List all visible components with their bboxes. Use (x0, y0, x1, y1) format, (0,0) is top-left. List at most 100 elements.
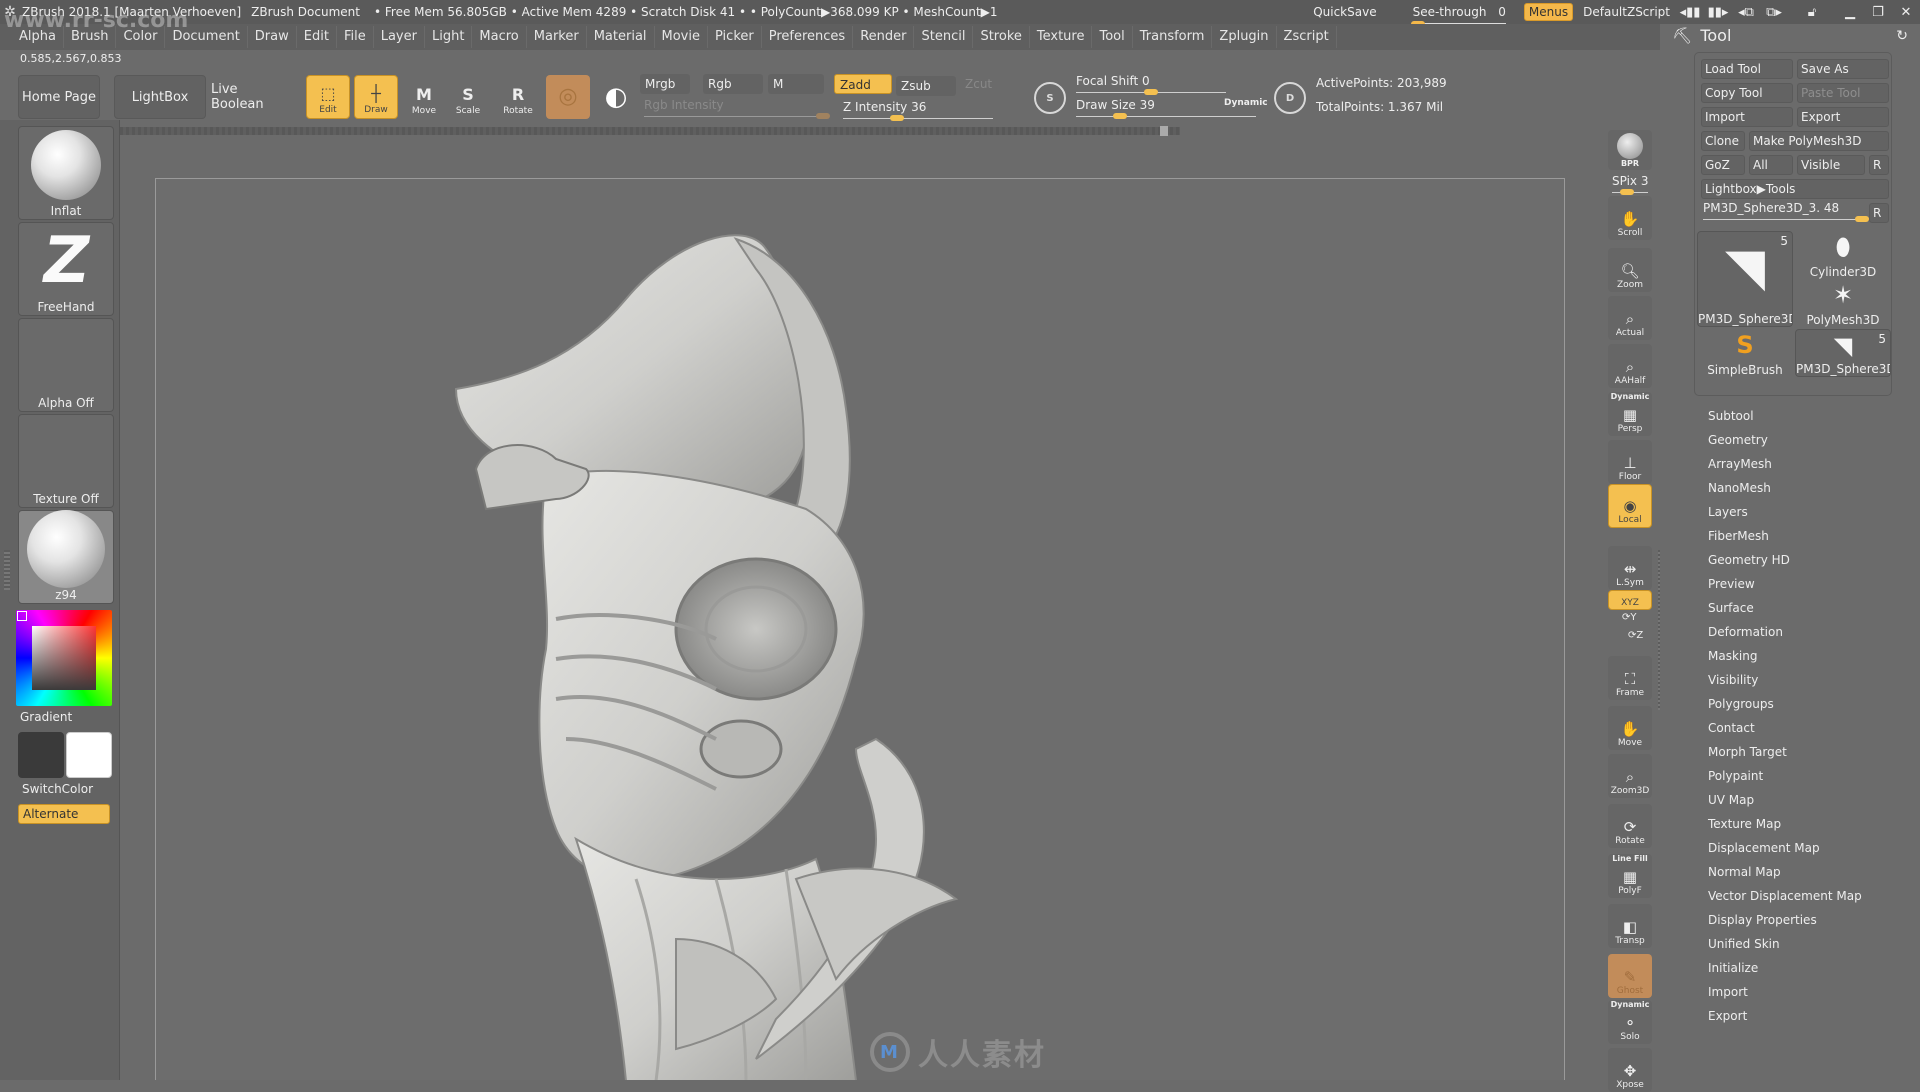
menu-movie[interactable]: Movie (655, 26, 708, 48)
tool-section-normal-map[interactable]: Normal Map (1708, 860, 1862, 884)
alpha-selector[interactable]: Alpha Off (18, 318, 114, 412)
rotate-z-button[interactable]: ⟳Z (1628, 630, 1643, 641)
menu-light[interactable]: Light (425, 26, 473, 48)
menu-marker[interactable]: Marker (527, 26, 587, 48)
minimize-icon[interactable]: ▁ (1836, 5, 1864, 20)
menu-render[interactable]: Render (853, 26, 915, 48)
close-icon[interactable]: ✕ (1892, 5, 1920, 20)
menu-layer[interactable]: Layer (374, 26, 425, 48)
tool-section-arraymesh[interactable]: ArrayMesh (1708, 452, 1862, 476)
rgb-intensity-track[interactable] (644, 116, 828, 117)
main-color-swatch[interactable] (18, 732, 64, 778)
bpr-button[interactable]: BPR (1608, 130, 1652, 170)
subtool-thumb-simplebrush[interactable]: S SimpleBrush (1697, 329, 1793, 377)
scale-button[interactable]: S Scale (446, 75, 490, 119)
floor-button[interactable]: ⊥ Floor (1608, 440, 1652, 484)
color-swatch-button[interactable]: ◐ (594, 75, 638, 119)
menu-edit[interactable]: Edit (297, 26, 337, 48)
menu-picker[interactable]: Picker (708, 26, 762, 48)
tool-section-contact[interactable]: Contact (1708, 716, 1862, 740)
zsub-toggle[interactable]: Zsub (896, 76, 956, 96)
zcut-toggle[interactable]: Zcut (960, 74, 1000, 94)
subtool-thumb-pm3d-sphere3d-2[interactable]: ◥ 5 PM3D_Sphere3D (1795, 329, 1891, 377)
color-picker[interactable] (16, 610, 112, 706)
lazy-mouse-s-icon[interactable]: S (1034, 82, 1066, 114)
quicksave-button[interactable]: QuickSave (1307, 5, 1382, 19)
menu-draw[interactable]: Draw (248, 26, 297, 48)
layout-prev-icon[interactable]: ◂⧉ (1732, 5, 1760, 20)
material-swatch-button[interactable]: ◎ (546, 75, 590, 119)
shrink-icon[interactable]: ◂▮▮ (1676, 5, 1704, 20)
goz-all-button[interactable]: All (1749, 155, 1793, 175)
local-button[interactable]: ◉ Local (1608, 484, 1652, 528)
goz-visible-button[interactable]: Visible (1797, 155, 1865, 175)
save-as-button[interactable]: Save As (1797, 59, 1889, 79)
tool-section-uv-map[interactable]: UV Map (1708, 788, 1862, 812)
move-button[interactable]: M Move (402, 75, 446, 119)
lightbox-tools-button[interactable]: Lightbox▶Tools (1701, 179, 1889, 199)
expand-icon[interactable]: ▮▮▸ (1704, 5, 1732, 20)
move-button[interactable]: ✋ Move (1608, 706, 1652, 750)
tool-section-preview[interactable]: Preview (1708, 572, 1862, 596)
restore-icon[interactable]: ❐ (1864, 5, 1892, 20)
tool-section-initialize[interactable]: Initialize (1708, 956, 1862, 980)
subtool-thumb-cylinder3d[interactable]: ⬮ Cylinder3D (1795, 231, 1891, 279)
tool-section-surface[interactable]: Surface (1708, 596, 1862, 620)
xpose-button[interactable]: ✥ Xpose (1608, 1048, 1652, 1092)
draw-button[interactable]: ┼ Draw (354, 75, 398, 119)
tool-section-nanomesh[interactable]: NanoMesh (1708, 476, 1862, 500)
zadd-toggle[interactable]: Zadd (834, 74, 892, 94)
material-selector[interactable]: z94 (18, 510, 114, 604)
subtool-thumb-polymesh3d[interactable]: ✶ PolyMesh3D (1795, 279, 1891, 327)
rotate-button[interactable]: R Rotate (496, 75, 540, 119)
document-canvas[interactable] (155, 178, 1565, 1080)
polyf-button[interactable]: Line Fill ▦ PolyF (1608, 854, 1652, 898)
copy-tool-button[interactable]: Copy Tool (1701, 83, 1793, 103)
texture-selector[interactable]: Texture Off (18, 414, 114, 508)
tool-section-masking[interactable]: Masking (1708, 644, 1862, 668)
tool-section-import[interactable]: Import (1708, 980, 1862, 1004)
menu-material[interactable]: Material (587, 26, 655, 48)
tool-section-geometry-hd[interactable]: Geometry HD (1708, 548, 1862, 572)
load-tool-button[interactable]: Load Tool (1701, 59, 1793, 79)
see-through-slider[interactable]: See-through 0 (1407, 5, 1512, 27)
color-picker-square[interactable] (32, 626, 96, 690)
menu-file[interactable]: File (337, 26, 374, 48)
solo-button[interactable]: Dynamic ⚬ Solo (1608, 1000, 1652, 1044)
menu-stroke[interactable]: Stroke (973, 26, 1030, 48)
draw-size-knob[interactable] (1113, 113, 1128, 119)
frame-button[interactable]: ⛶ Frame (1608, 656, 1652, 700)
tool-section-layers[interactable]: Layers (1708, 500, 1862, 524)
zoom3d-button[interactable]: ⌕ Zoom3D (1608, 754, 1652, 798)
current-tool-slider-track[interactable] (1703, 219, 1863, 220)
tool-section-vector-displacement-map[interactable]: Vector Displacement Map (1708, 884, 1862, 908)
rotate-button[interactable]: ⟳ Rotate (1608, 804, 1652, 848)
tool-section-polygroups[interactable]: Polygroups (1708, 692, 1862, 716)
lazy-mouse-d-icon[interactable]: D (1274, 82, 1306, 114)
gradient-label[interactable]: Gradient (20, 710, 72, 724)
tool-section-displacement-map[interactable]: Displacement Map (1708, 836, 1862, 860)
stroke-selector[interactable]: Z FreeHand (18, 222, 114, 316)
tool-section-subtool[interactable]: Subtool (1708, 404, 1862, 428)
z-intensity-track[interactable] (843, 118, 993, 119)
current-tool-r-button[interactable]: R (1869, 203, 1889, 223)
menu-zscript[interactable]: Zscript (1277, 26, 1337, 48)
menu-tool[interactable]: Tool (1092, 26, 1133, 48)
secondary-color-swatch[interactable] (66, 732, 112, 778)
tool-section-fibermesh[interactable]: FiberMesh (1708, 524, 1862, 548)
brush-selector[interactable]: Inflat (18, 126, 114, 220)
layout-next-icon[interactable]: ⧉▸ (1760, 5, 1788, 20)
export-button[interactable]: Export (1797, 107, 1889, 127)
goz-button[interactable]: GoZ (1701, 155, 1745, 175)
tool-section-polypaint[interactable]: Polypaint (1708, 764, 1862, 788)
current-tool-slider-knob[interactable] (1855, 216, 1869, 222)
menu-macro[interactable]: Macro (472, 26, 527, 48)
rotate-y-button[interactable]: ⟳Y (1622, 612, 1637, 623)
tool-section-display-properties[interactable]: Display Properties (1708, 908, 1862, 932)
menu-transform[interactable]: Transform (1133, 26, 1213, 48)
persp-button[interactable]: Dynamic ▦ Persp (1608, 392, 1652, 436)
tool-section-deformation[interactable]: Deformation (1708, 620, 1862, 644)
l-sym-button[interactable]: ⇹ L.Sym (1608, 546, 1652, 590)
menu-stencil[interactable]: Stencil (914, 26, 974, 48)
m-toggle[interactable]: M (768, 74, 824, 94)
